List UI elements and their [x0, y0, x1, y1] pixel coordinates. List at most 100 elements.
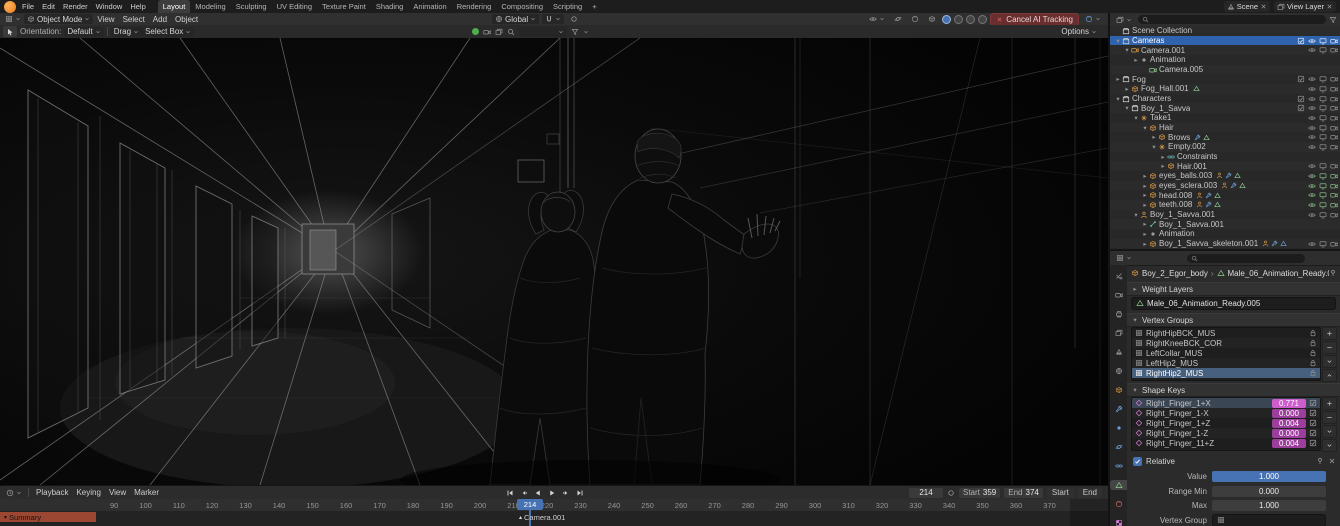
properties-search-input[interactable] — [1187, 254, 1305, 263]
expander-icon[interactable]: ▾ — [1114, 95, 1122, 103]
tab-object[interactable] — [1110, 385, 1127, 395]
expander-icon[interactable]: ▸ — [1141, 220, 1149, 228]
summary-channel[interactable]: ▾ Summary — [0, 512, 96, 522]
add-vertex-group-button[interactable] — [1322, 327, 1337, 340]
timeline-editor-dropdown[interactable] — [3, 488, 25, 498]
shape-key-mute-checkbox[interactable] — [1309, 429, 1317, 437]
jump-to-end-button[interactable] — [573, 487, 586, 498]
play-reverse-button[interactable] — [531, 487, 544, 498]
chevron-down-icon[interactable] — [583, 29, 589, 35]
disable-render-icon[interactable] — [1330, 172, 1338, 180]
pin-icon[interactable] — [1316, 457, 1324, 465]
tab-particles[interactable] — [1110, 423, 1127, 433]
outliner-row[interactable]: ▸ head.008 — [1110, 190, 1340, 200]
move-down-button[interactable] — [1322, 439, 1337, 452]
value-slider[interactable]: 1.000 — [1212, 471, 1326, 482]
outliner-row[interactable]: ▾ Cameras — [1110, 36, 1340, 46]
editor-divider[interactable] — [1108, 13, 1110, 526]
next-keyframe-button[interactable] — [559, 487, 572, 498]
hide-eye-icon[interactable] — [1308, 95, 1316, 103]
outliner-row[interactable]: ▸ Animation — [1110, 229, 1340, 239]
close-icon[interactable] — [1326, 3, 1333, 10]
outliner-row[interactable]: ▸ Hair.001 — [1110, 161, 1340, 171]
tab-object-constraints[interactable] — [1110, 461, 1127, 471]
tab-modifiers[interactable] — [1110, 404, 1127, 414]
menu-file[interactable]: File — [18, 2, 38, 11]
disable-viewport-icon[interactable] — [1319, 95, 1327, 103]
panel-weight-layers[interactable]: ▸ Weight Layers — [1127, 282, 1340, 296]
clear-icon[interactable] — [1328, 457, 1336, 465]
vertex-groups-list[interactable]: RightHipBCK_MUS RightKneeBCK_COR LeftCol… — [1131, 327, 1321, 381]
jump-to-start-button[interactable] — [503, 487, 516, 498]
mode-dropdown[interactable]: Object Mode — [24, 14, 93, 24]
hide-eye-icon[interactable] — [1308, 104, 1316, 112]
workspace-tab-scripting[interactable]: Scripting — [548, 0, 587, 13]
vertex-group-selector-field[interactable] — [1212, 514, 1326, 526]
disable-render-icon[interactable] — [1330, 124, 1338, 132]
outliner-row[interactable]: ▸ Constraints — [1110, 152, 1340, 162]
play-button[interactable] — [545, 487, 558, 498]
blender-logo-icon[interactable] — [4, 1, 16, 13]
expander-icon[interactable]: ▸ — [1123, 85, 1131, 93]
select-box-dropdown[interactable]: Select Box — [142, 27, 194, 37]
hide-eye-icon[interactable] — [1308, 133, 1316, 141]
camera-icon[interactable] — [483, 28, 491, 36]
workspace-tab-compositing[interactable]: Compositing — [496, 0, 548, 13]
disable-viewport-icon[interactable] — [1319, 182, 1327, 190]
frame-end-field[interactable]: End 374 — [1004, 488, 1043, 498]
remove-vertex-group-button[interactable] — [1322, 341, 1337, 354]
shading-dropdown[interactable] — [1082, 14, 1104, 24]
exclude-checkbox[interactable] — [1297, 104, 1305, 112]
disable-render-icon[interactable] — [1330, 162, 1338, 170]
expander-icon[interactable]: ▾ — [1123, 104, 1131, 112]
hide-eye-icon[interactable] — [1308, 124, 1316, 132]
menu-marker[interactable]: Marker — [130, 488, 163, 497]
exclude-checkbox[interactable] — [1297, 37, 1305, 45]
disable-viewport-icon[interactable] — [1319, 143, 1327, 151]
hide-eye-icon[interactable] — [1308, 37, 1316, 45]
outliner-row[interactable]: ▸ eyes_balls.003 — [1110, 171, 1340, 181]
expander-icon[interactable]: ▾ — [1150, 143, 1158, 151]
workspace-tab-texture-paint[interactable]: Texture Paint — [317, 0, 371, 13]
exclude-checkbox[interactable] — [1297, 75, 1305, 83]
shape-key-specials-button[interactable] — [1322, 425, 1337, 438]
shape-key-mute-checkbox[interactable] — [1309, 399, 1317, 407]
expander-icon[interactable]: ▸ — [1114, 75, 1122, 83]
expander-icon[interactable]: ▸ — [1150, 133, 1158, 141]
menu-view[interactable]: View — [105, 488, 130, 497]
shading-wireframe-button[interactable] — [942, 15, 951, 24]
drag-dropdown[interactable]: Drag — [111, 27, 142, 37]
orientation-dropdown[interactable]: Default — [64, 27, 103, 37]
tab-material[interactable] — [1110, 499, 1127, 509]
lock-icon[interactable] — [1309, 329, 1317, 337]
disable-viewport-icon[interactable] — [1319, 240, 1327, 248]
cancel-ai-tracking-button[interactable]: Cancel AI Tracking — [990, 13, 1079, 26]
shading-material-button[interactable] — [966, 15, 975, 24]
menu-add[interactable]: Add — [149, 15, 171, 24]
disable-render-icon[interactable] — [1330, 37, 1338, 45]
disable-render-icon[interactable] — [1330, 46, 1338, 54]
start-button[interactable]: Start — [1047, 488, 1074, 498]
filter-funnel-icon[interactable] — [1329, 16, 1337, 24]
outliner-row[interactable]: ▸ Fog — [1110, 74, 1340, 84]
outliner-row[interactable]: ▾ Boy_1_Savva.001 — [1110, 210, 1340, 220]
expander-icon[interactable]: ▾ — [1132, 211, 1140, 219]
lock-icon[interactable] — [1309, 339, 1317, 347]
outliner-editor-dropdown[interactable] — [1113, 15, 1135, 25]
menu-render[interactable]: Render — [59, 2, 92, 11]
viewport-3d[interactable] — [0, 38, 1108, 485]
disable-viewport-icon[interactable] — [1319, 162, 1327, 170]
workspace-tab-sculpting[interactable]: Sculpting — [231, 0, 272, 13]
shape-key-value[interactable]: 0.771 — [1272, 399, 1306, 408]
breadcrumb-data[interactable]: Male_06_Animation_Ready.005 — [1228, 269, 1330, 278]
disable-render-icon[interactable] — [1330, 133, 1338, 141]
disable-render-icon[interactable] — [1330, 75, 1338, 83]
expander-icon[interactable]: ▾ — [1114, 37, 1122, 45]
shape-key-row[interactable]: Right_Finger_1+Z 0.004 — [1132, 418, 1320, 428]
lock-icon[interactable] — [1309, 349, 1317, 357]
workspace-tab-shading[interactable]: Shading — [371, 0, 409, 13]
active-tool-button[interactable] — [3, 26, 17, 37]
menu-help[interactable]: Help — [126, 2, 149, 11]
outliner-row[interactable]: ▸ Fog_Hall.001 — [1110, 84, 1340, 94]
move-up-button[interactable] — [1322, 369, 1337, 382]
